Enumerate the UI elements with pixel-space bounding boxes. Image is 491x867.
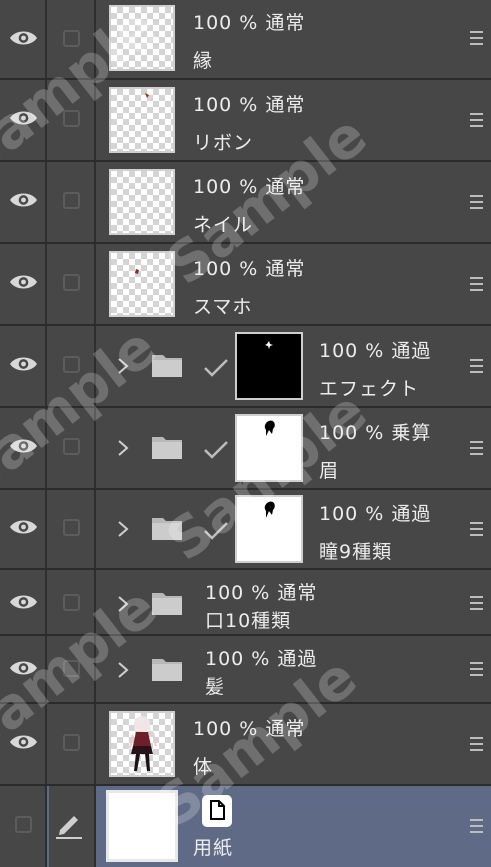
layer-mode: 100 % 通常 bbox=[193, 12, 306, 34]
layer-thumbnail bbox=[109, 5, 175, 71]
layer-name[interactable]: エフェクト bbox=[319, 374, 419, 401]
chevron-right-icon[interactable] bbox=[117, 520, 129, 538]
drag-handle-icon[interactable] bbox=[470, 359, 483, 373]
layer-thumbnail bbox=[106, 790, 178, 862]
layer-thumbnail bbox=[109, 251, 175, 317]
folder-row-effect[interactable]: 100 % 通過 エフェクト bbox=[0, 326, 491, 408]
layer-row-nail[interactable]: 100 % 通常 ネイル bbox=[0, 162, 491, 244]
checkmark-icon bbox=[204, 441, 228, 459]
drag-handle-icon[interactable] bbox=[470, 819, 483, 833]
drag-handle-icon[interactable] bbox=[470, 522, 483, 536]
chevron-right-icon[interactable] bbox=[117, 661, 129, 679]
layer-name[interactable]: 髪 bbox=[205, 672, 225, 699]
eye-icon[interactable] bbox=[9, 109, 38, 127]
layer-name[interactable]: 縁 bbox=[193, 46, 213, 73]
layer-thumbnail bbox=[109, 87, 175, 153]
drag-handle-icon[interactable] bbox=[470, 195, 483, 209]
layer-mode: 100 % 通常 bbox=[193, 258, 306, 280]
folder-row-kami[interactable]: 100 % 通過 髪 bbox=[0, 636, 491, 704]
drag-handle-icon[interactable] bbox=[470, 737, 483, 751]
layer-row-ribbon[interactable]: 100 % 通常 リボン bbox=[0, 80, 491, 162]
layer-row-karada[interactable]: 100 % 通常 体 bbox=[0, 704, 491, 786]
folder-row-mayu[interactable]: 100 % 乗算 眉 bbox=[0, 408, 491, 490]
eye-icon[interactable] bbox=[9, 659, 38, 677]
layer-thumbnail bbox=[109, 711, 175, 777]
layer-mask-thumbnail bbox=[235, 414, 303, 482]
eye-icon[interactable] bbox=[9, 437, 38, 455]
layer-mode: 100 % 通常 bbox=[193, 94, 306, 116]
layer-name[interactable]: ネイル bbox=[193, 210, 253, 237]
layer-mode: 100 % 通常 bbox=[193, 718, 306, 740]
layer-mask-thumbnail bbox=[235, 332, 303, 400]
folder-icon bbox=[152, 518, 182, 540]
lock-checkbox[interactable] bbox=[63, 438, 80, 455]
folder-icon bbox=[152, 659, 182, 681]
lock-checkbox[interactable] bbox=[63, 356, 80, 373]
folder-icon bbox=[152, 593, 182, 615]
folder-icon bbox=[152, 437, 182, 459]
eye-icon[interactable] bbox=[9, 518, 38, 536]
layer-row-fuchi[interactable]: 100 % 通常 縁 bbox=[0, 0, 491, 80]
folder-row-hitomi[interactable]: 100 % 通過 瞳9種類 bbox=[0, 490, 491, 570]
layer-mode: 100 % 通常 bbox=[205, 582, 318, 604]
folder-icon bbox=[152, 355, 182, 377]
checkmark-icon bbox=[204, 522, 228, 540]
lock-checkbox[interactable] bbox=[63, 274, 80, 291]
eye-icon[interactable] bbox=[9, 29, 38, 47]
layer-name[interactable]: 瞳9種類 bbox=[319, 537, 392, 564]
lock-checkbox[interactable] bbox=[63, 110, 80, 127]
eye-icon[interactable] bbox=[9, 355, 38, 373]
lock-checkbox[interactable] bbox=[63, 660, 80, 677]
layer-name[interactable]: スマホ bbox=[193, 292, 252, 319]
drag-handle-icon[interactable] bbox=[470, 596, 483, 610]
pen-icon[interactable] bbox=[54, 810, 84, 840]
lock-checkbox[interactable] bbox=[63, 30, 80, 47]
layer-name[interactable]: リボン bbox=[193, 128, 253, 155]
drag-handle-icon[interactable] bbox=[470, 662, 483, 676]
paper-icon bbox=[202, 795, 232, 827]
lock-checkbox[interactable] bbox=[63, 734, 80, 751]
drag-handle-icon[interactable] bbox=[470, 441, 483, 455]
drag-handle-icon[interactable] bbox=[470, 113, 483, 127]
layer-mode: 100 % 通過 bbox=[319, 503, 432, 525]
layer-mode: 100 % 通過 bbox=[319, 340, 432, 362]
layer-name[interactable]: 口10種類 bbox=[205, 606, 291, 633]
chevron-right-icon[interactable] bbox=[117, 439, 129, 457]
eye-icon[interactable] bbox=[9, 273, 38, 291]
layer-mode: 100 % 通常 bbox=[193, 176, 306, 198]
eye-icon[interactable] bbox=[9, 593, 38, 611]
layer-thumbnail bbox=[109, 169, 175, 235]
layer-mode: 100 % 通過 bbox=[205, 648, 318, 670]
eye-icon[interactable] bbox=[9, 191, 38, 209]
drag-handle-icon[interactable] bbox=[470, 277, 483, 291]
layer-row-sumaho[interactable]: 100 % 通常 スマホ bbox=[0, 244, 491, 326]
drag-handle-icon[interactable] bbox=[470, 31, 483, 45]
eye-icon[interactable] bbox=[9, 733, 38, 751]
layer-mode: 100 % 乗算 bbox=[319, 422, 432, 444]
layer-name[interactable]: 眉 bbox=[319, 456, 339, 483]
chevron-right-icon[interactable] bbox=[117, 357, 129, 375]
layer-mask-thumbnail bbox=[235, 495, 303, 563]
layer-row-paper[interactable]: 用紙 bbox=[0, 786, 491, 867]
lock-checkbox[interactable] bbox=[63, 594, 80, 611]
checkmark-icon bbox=[204, 359, 228, 377]
lock-checkbox[interactable] bbox=[63, 519, 80, 536]
chevron-right-icon[interactable] bbox=[117, 595, 129, 613]
layer-name[interactable]: 体 bbox=[193, 752, 213, 779]
visibility-checkbox[interactable] bbox=[15, 816, 32, 833]
layer-name[interactable]: 用紙 bbox=[193, 833, 233, 860]
folder-row-kuchi[interactable]: 100 % 通常 口10種類 bbox=[0, 570, 491, 636]
lock-checkbox[interactable] bbox=[63, 192, 80, 209]
